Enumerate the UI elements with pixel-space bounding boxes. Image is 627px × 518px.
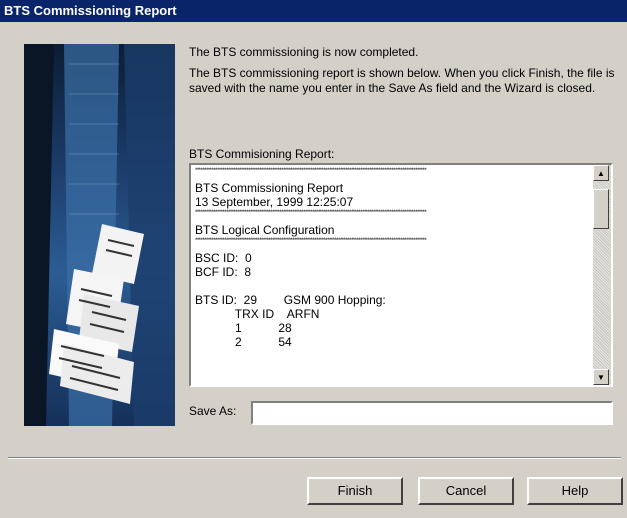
button-divider — [8, 457, 621, 459]
report-separator: ****************************************… — [195, 210, 427, 216]
report-line: BCF ID: 8 — [195, 265, 252, 279]
intro-text: The BTS commissioning is now completed. … — [189, 45, 619, 102]
save-as-input[interactable] — [251, 401, 613, 425]
report-line: 2 54 — [195, 335, 292, 349]
report-line: 1 28 — [195, 321, 292, 335]
cancel-button[interactable]: Cancel — [418, 477, 514, 505]
window-title: BTS Commissioning Report — [0, 0, 627, 22]
scroll-down-arrow-icon[interactable]: ▼ — [593, 369, 609, 385]
report-line: BTS ID: 29 GSM 900 Hopping: — [195, 293, 386, 307]
report-line: BTS Logical Configuration — [195, 223, 335, 237]
intro-line-1: The BTS commissioning is now completed. — [189, 45, 419, 59]
wizard-side-image — [24, 44, 175, 426]
report-textbox[interactable]: ****************************************… — [189, 163, 613, 387]
report-content: ****************************************… — [195, 167, 591, 349]
report-line: 13 September, 1999 12:25:07 — [195, 195, 354, 209]
intro-line-2: The BTS commissioning report is shown be… — [189, 66, 615, 95]
report-line: TRX ID ARFN — [195, 307, 320, 321]
report-line: BTS Commissioning Report — [195, 181, 344, 195]
report-label: BTS Commisioning Report: — [189, 147, 335, 161]
report-separator: ****************************************… — [195, 168, 427, 174]
report-scrollbar[interactable]: ▲ ▼ — [593, 165, 611, 385]
finish-button[interactable]: Finish — [307, 477, 403, 505]
report-separator: ****************************************… — [195, 238, 427, 244]
scroll-up-arrow-icon[interactable]: ▲ — [593, 165, 609, 181]
report-line: BSC ID: 0 — [195, 251, 252, 265]
save-as-label: Save As: — [189, 404, 237, 418]
help-button[interactable]: Help — [527, 477, 623, 505]
scrollbar-thumb[interactable] — [593, 189, 609, 229]
